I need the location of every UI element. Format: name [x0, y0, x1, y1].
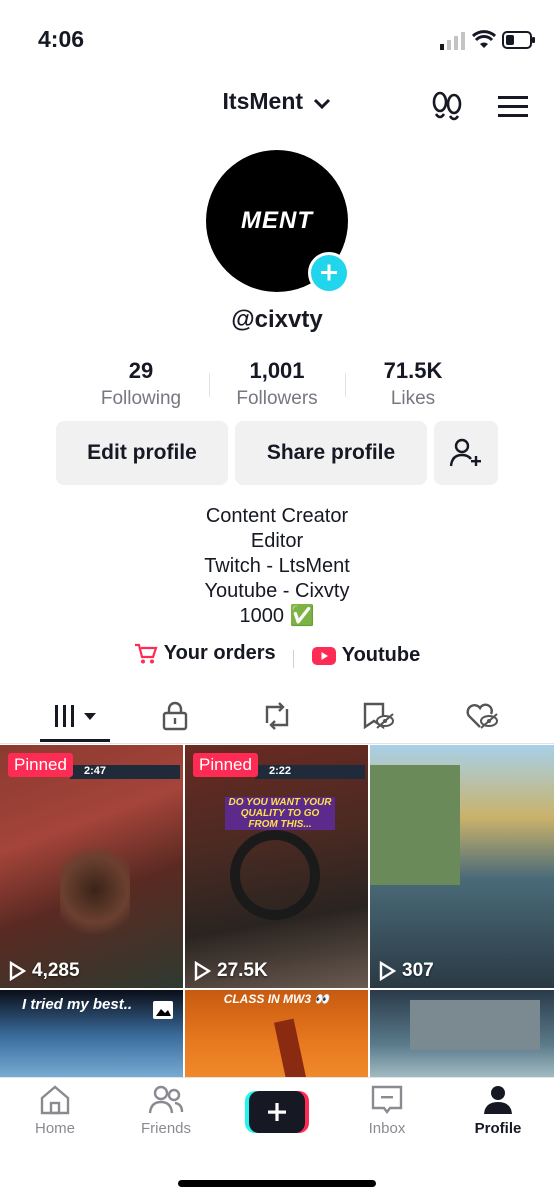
view-count: 4,285	[8, 960, 80, 982]
create-button-body	[249, 1091, 305, 1133]
view-count: 27.5K	[193, 960, 268, 982]
profile-icon	[484, 1086, 512, 1114]
tab-videos[interactable]	[22, 696, 132, 736]
nav-home-label: Home	[34, 1120, 75, 1137]
likes-label[interactable]: Likes	[343, 388, 483, 410]
footprints-icon[interactable]	[430, 90, 464, 127]
youtube-label: Youtube	[341, 644, 421, 666]
account-switcher[interactable]: ItsMent	[0, 88, 554, 116]
bio-line: Content Creator	[205, 505, 349, 527]
following-label[interactable]: Following	[71, 388, 211, 410]
game-hud: 2:47	[70, 765, 180, 779]
thumbnail-art	[273, 1018, 307, 1080]
view-count-value: 4,285	[32, 960, 80, 981]
thumbnail-art	[230, 830, 320, 920]
bio-line: Twitch - LtsMent	[204, 555, 350, 577]
video-thumbnail[interactable]: CLASS IN MW3 👀	[185, 990, 368, 1080]
youtube-link[interactable]: Youtube	[311, 644, 421, 667]
view-count: 307	[378, 960, 434, 982]
video-thumbnail[interactable]: DO YOU WANT YOUR QUALITY TO GO FROM THIS…	[185, 745, 368, 988]
share-profile-button[interactable]: Share profile	[235, 421, 427, 485]
chevron-down-icon	[313, 89, 331, 116]
link-separator	[293, 650, 295, 669]
tab-liked[interactable]	[427, 696, 537, 736]
tab-favorites[interactable]	[323, 696, 433, 736]
nav-profile[interactable]: Profile	[443, 1084, 553, 1137]
video-caption: CLASS IN MW3 👀	[223, 992, 330, 1006]
followers-count[interactable]: 1,001	[207, 358, 347, 384]
video-thumbnail[interactable]: 307	[370, 745, 554, 988]
hidden-bookmark-icon	[363, 702, 394, 730]
bio-line: 1000 ✅	[239, 605, 315, 627]
photo-icon	[152, 1000, 174, 1025]
followers-label[interactable]: Followers	[207, 388, 347, 410]
add-friends-button[interactable]	[434, 421, 498, 485]
pinned-badge: Pinned	[193, 753, 258, 777]
hidden-heart-icon	[466, 703, 498, 729]
video-thumbnail[interactable]	[370, 990, 554, 1080]
your-orders-label: Your orders	[163, 642, 276, 664]
nav-home[interactable]: Home	[0, 1084, 110, 1137]
status-time: 4:06	[38, 26, 85, 52]
inbox-icon	[371, 1085, 403, 1114]
plus-icon	[268, 1103, 286, 1121]
view-count-value: 307	[402, 960, 434, 981]
play-icon	[9, 961, 26, 981]
profile-links: Your orders Youtube	[0, 642, 554, 671]
home-indicator	[178, 1180, 376, 1187]
repost-icon	[265, 702, 289, 730]
plus-icon	[321, 264, 337, 281]
grid-icon	[55, 705, 96, 727]
likes-count[interactable]: 71.5K	[343, 358, 483, 384]
play-icon	[379, 961, 396, 981]
video-thumbnail[interactable]: I tried my best..	[0, 990, 183, 1080]
menu-icon[interactable]	[498, 94, 528, 123]
tab-reposts[interactable]	[222, 696, 332, 736]
video-thumbnail[interactable]: 2:47 Pinned 4,285	[0, 745, 183, 988]
thumbnail-art	[410, 1000, 540, 1050]
game-hud: 2:22	[255, 765, 365, 779]
header-username: ItsMent	[222, 88, 304, 114]
signal-icon	[440, 32, 466, 55]
bio-line: Youtube - Cixvty	[204, 580, 350, 602]
view-count-value: 27.5K	[217, 960, 268, 981]
edit-profile-button[interactable]: Edit profile	[56, 421, 228, 485]
battery-icon	[502, 31, 536, 54]
thumbnail-art	[370, 765, 460, 885]
tabs-divider	[0, 743, 554, 744]
friends-icon	[148, 1085, 184, 1114]
nav-profile-label: Profile	[474, 1120, 522, 1137]
youtube-icon	[311, 646, 336, 665]
active-tab-indicator	[40, 739, 110, 742]
thumbnail-art	[60, 835, 130, 945]
wifi-icon	[471, 30, 497, 55]
home-icon	[40, 1085, 70, 1115]
nav-friends[interactable]: Friends	[111, 1084, 221, 1137]
cart-icon	[134, 643, 158, 663]
following-count[interactable]: 29	[71, 358, 211, 384]
add-story-button[interactable]	[308, 252, 350, 294]
nav-friends-label: Friends	[140, 1120, 192, 1137]
pinned-badge: Pinned	[8, 753, 73, 777]
video-caption: I tried my best..	[22, 996, 133, 1013]
play-icon	[194, 961, 211, 981]
your-orders-link[interactable]: Your orders	[134, 642, 276, 665]
nav-inbox[interactable]: Inbox	[332, 1084, 442, 1137]
add-user-icon	[449, 438, 481, 467]
profile-handle: @cixvty	[231, 306, 323, 333]
nav-inbox-label: Inbox	[368, 1120, 406, 1137]
bio-line: Editor	[250, 530, 304, 552]
video-caption: DO YOU WANT YOUR QUALITY TO GO FROM THIS…	[225, 797, 335, 830]
tab-private[interactable]	[120, 696, 230, 736]
lock-icon	[162, 701, 188, 731]
create-button[interactable]	[245, 1091, 309, 1133]
